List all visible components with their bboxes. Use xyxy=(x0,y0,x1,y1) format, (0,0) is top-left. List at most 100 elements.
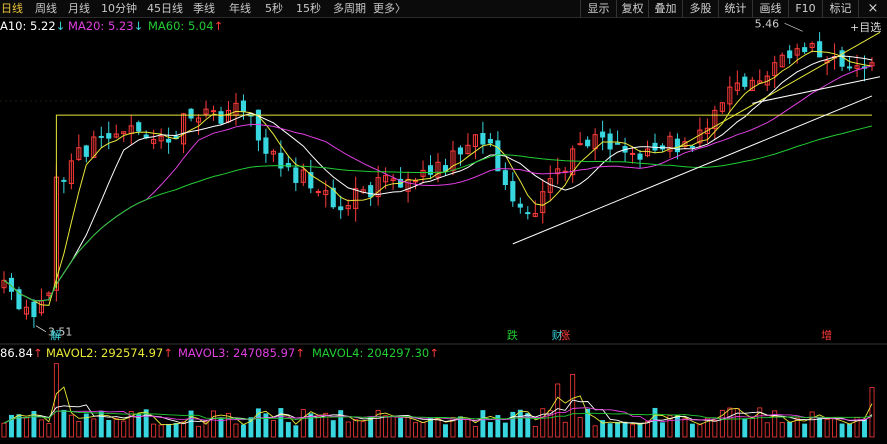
candle xyxy=(263,128,269,163)
candle xyxy=(809,41,815,53)
candle xyxy=(83,144,89,163)
ma10-line xyxy=(3,55,873,302)
volume-bar xyxy=(787,421,793,438)
resistance-line[interactable] xyxy=(55,114,872,289)
period-multi[interactable]: 多周期 xyxy=(333,0,366,18)
candle-body xyxy=(487,138,493,144)
volume-bar xyxy=(383,415,389,438)
candle-body xyxy=(637,153,643,160)
volume-bar xyxy=(592,425,598,438)
candlesticks xyxy=(1,32,875,328)
volume-bar xyxy=(330,420,336,438)
volume-bar xyxy=(802,423,808,438)
volume-bar xyxy=(540,408,546,438)
chevron-right-icon: 〉 xyxy=(395,2,406,15)
trend-lines[interactable] xyxy=(55,31,881,289)
period-weekly[interactable]: 周线 xyxy=(35,0,57,18)
candle xyxy=(757,69,763,84)
period-45day[interactable]: 45日线 xyxy=(147,0,183,18)
period-monthly[interactable]: 月线 xyxy=(68,0,90,18)
volume-bar xyxy=(502,422,508,438)
volume-bar xyxy=(637,423,643,438)
period-yearly[interactable]: 年线 xyxy=(229,0,251,18)
volume-bar xyxy=(443,424,448,438)
candle-body xyxy=(480,133,486,145)
f10-button[interactable]: F10 xyxy=(788,0,822,18)
candle xyxy=(570,145,576,183)
statistics-button[interactable]: 统计 xyxy=(718,0,752,18)
legend-mavol4: MAVOL4: 204297.30↑ xyxy=(312,345,439,361)
volume-bar xyxy=(38,419,44,438)
period-5sec[interactable]: 5秒 xyxy=(265,0,283,18)
period-daily[interactable]: 日线 xyxy=(1,0,23,18)
support-trend-line[interactable] xyxy=(512,95,873,245)
volume-bar xyxy=(674,415,680,438)
candle xyxy=(480,121,486,154)
volume-bar xyxy=(689,423,695,438)
volume-bar xyxy=(615,421,621,438)
event-marker-3[interactable]: 涨 xyxy=(559,329,570,342)
volume-bar xyxy=(779,422,785,438)
legend-mavol1: 86.84↑ xyxy=(0,345,43,361)
candle xyxy=(405,171,411,203)
volume-bar xyxy=(555,383,561,438)
event-marker-0[interactable]: 解 xyxy=(50,329,61,342)
volume-bar xyxy=(570,373,576,438)
candle-body xyxy=(136,122,142,132)
mark-button[interactable]: 标记 xyxy=(822,0,858,18)
volume-bar xyxy=(23,417,29,438)
volume-bar xyxy=(817,417,823,438)
candle xyxy=(787,45,793,65)
volume-bar xyxy=(315,416,321,438)
overlay-button[interactable]: 叠加 xyxy=(648,0,682,18)
volume-bar xyxy=(869,387,875,438)
candle xyxy=(166,127,172,154)
multi-stock-button[interactable]: 多股 xyxy=(682,0,718,18)
volume-bar xyxy=(413,422,419,438)
volume-bar xyxy=(211,410,216,438)
candle xyxy=(555,157,561,185)
event-marker-1[interactable]: 跌 xyxy=(507,329,518,342)
close-icon[interactable]: × xyxy=(858,0,887,18)
event-marker-4[interactable]: 增 xyxy=(821,329,832,342)
volume-bar xyxy=(398,417,404,438)
candle xyxy=(517,197,523,214)
legend-mavol4-value: MAVOL4: 204297.30 xyxy=(312,346,430,360)
volume-bar xyxy=(360,421,366,438)
upper-trend-line[interactable] xyxy=(677,31,881,149)
candle xyxy=(210,105,217,121)
arrow-up-icon: ↑ xyxy=(163,346,173,360)
period-quarterly[interactable]: 季线 xyxy=(193,0,215,18)
candle xyxy=(76,134,82,162)
volume-bar xyxy=(76,421,82,438)
volume-bar xyxy=(345,421,351,438)
candle-body xyxy=(817,41,823,58)
legend-mavol2-value: MAVOL2: 292574.97 xyxy=(46,346,164,360)
candle-body xyxy=(585,139,591,147)
period-15sec[interactable]: 15秒 xyxy=(296,0,321,18)
volume-bar xyxy=(248,417,254,438)
candle xyxy=(338,195,344,219)
volume-bar xyxy=(240,424,246,438)
candle xyxy=(225,100,232,124)
volume-bar xyxy=(832,417,838,438)
candle-body xyxy=(98,135,104,138)
adjust-button[interactable]: 复权 xyxy=(616,0,648,18)
period-more[interactable]: 更多〉 xyxy=(373,0,406,18)
volume-bar xyxy=(285,422,291,438)
draw-line-button[interactable]: 画线 xyxy=(752,0,788,18)
volume-bar xyxy=(158,424,164,438)
volume-bar xyxy=(91,418,97,438)
candle xyxy=(540,179,546,224)
volume-bars xyxy=(1,363,875,438)
candle-body xyxy=(263,137,269,154)
candle xyxy=(23,299,30,320)
period-10min[interactable]: 10分钟 xyxy=(101,0,137,18)
candle xyxy=(16,286,22,311)
channel-line[interactable] xyxy=(752,76,881,104)
ma-lines xyxy=(3,50,873,306)
candle-body xyxy=(240,100,247,112)
candle xyxy=(667,131,673,158)
candle-body xyxy=(166,138,172,143)
display-button[interactable]: 显示 xyxy=(580,0,616,18)
